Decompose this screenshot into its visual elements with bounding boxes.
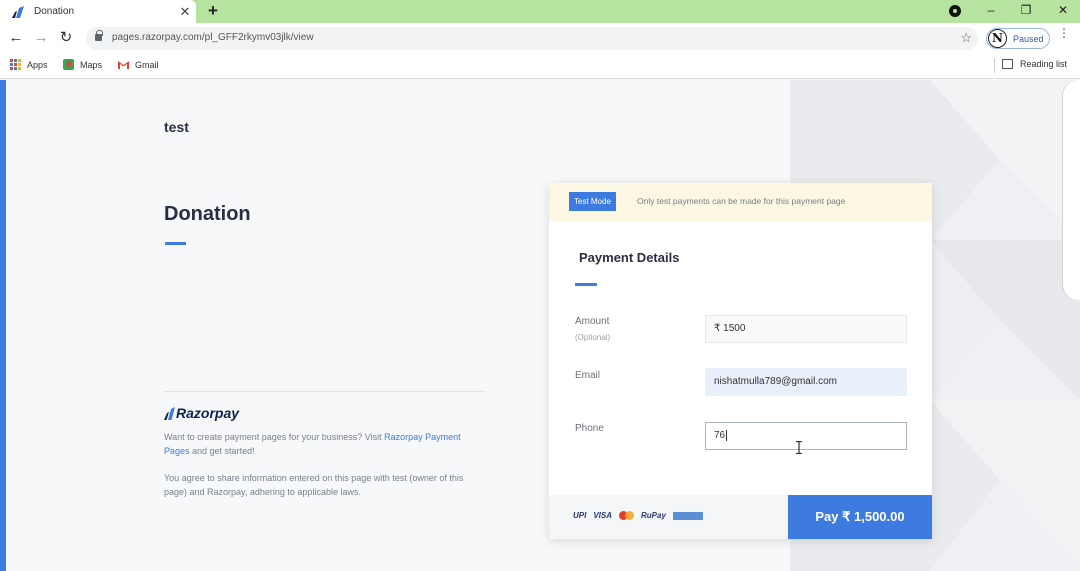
promo-text-prefix: Want to create payment pages for your bu… xyxy=(164,432,385,442)
page-title: Donation xyxy=(164,203,251,225)
phone-label: Phone xyxy=(575,423,604,434)
visa-logo: VISA xyxy=(593,511,613,520)
browser-tab-strip: Donation ✕ + – ❐ ✕ xyxy=(0,0,1080,23)
apps-grid-icon xyxy=(10,59,21,70)
new-tab-button[interactable]: + xyxy=(205,0,221,23)
test-mode-badge: Test Mode xyxy=(569,192,616,211)
amount-optional-hint: (Optional) xyxy=(575,333,611,342)
footer-promo-text: Want to create payment pages for your bu… xyxy=(164,430,464,458)
side-panel-edge xyxy=(1062,80,1080,300)
bookmark-gmail[interactable]: Gmail xyxy=(118,59,159,70)
window-close-button[interactable]: ✕ xyxy=(1048,0,1078,23)
payment-methods: UPI VISA RuPay xyxy=(573,511,703,520)
lock-icon[interactable] xyxy=(95,30,103,41)
email-field[interactable]: nishatmulla789@gmail.com xyxy=(705,368,907,396)
footer-consent-text: You agree to share information entered o… xyxy=(164,473,464,497)
rupay-logo: RuPay xyxy=(641,511,666,520)
bookmark-maps[interactable]: Maps xyxy=(63,59,102,70)
payment-details-underline xyxy=(575,283,597,286)
phone-value: 76 xyxy=(714,430,726,441)
amount-label: Amount xyxy=(575,316,610,327)
text-caret xyxy=(726,429,728,441)
amount-field[interactable]: ₹ 1500 xyxy=(705,315,907,343)
bookmarks-bar: Apps Maps Gmail Reading list xyxy=(0,54,1080,79)
email-label: Email xyxy=(575,370,601,381)
razorpay-logo-icon xyxy=(164,406,175,420)
reading-list-icon xyxy=(1002,59,1013,69)
footer-divider xyxy=(164,391,486,392)
test-mode-banner: Test Mode Only test payments can be made… xyxy=(549,183,932,221)
browser-tab[interactable]: Donation ✕ xyxy=(0,0,196,23)
url-bar[interactable]: pages.razorpay.com/pl_GFF2rkymv03jlk/vie… xyxy=(86,27,978,50)
address-toolbar: ← → ↻ pages.razorpay.com/pl_GFF2rkymv03j… xyxy=(0,23,1080,54)
profile-status: Paused xyxy=(1013,33,1044,44)
tab-close-icon[interactable]: ✕ xyxy=(174,0,196,23)
test-mode-note: Only test payments can be made for this … xyxy=(637,196,846,206)
card-footer: UPI VISA RuPay Pay ₹ 1,500.00 xyxy=(549,495,932,539)
window-minimize-button[interactable]: – xyxy=(976,0,1006,23)
mastercard-icon xyxy=(619,511,635,520)
title-underline xyxy=(165,242,186,245)
url-text[interactable]: pages.razorpay.com/pl_GFF2rkymv03jlk/vie… xyxy=(112,32,314,43)
reading-list-button[interactable]: Reading list xyxy=(1002,59,1067,69)
payment-page: test Donation Razorpay Want to create pa… xyxy=(0,80,1080,571)
text-cursor-icon xyxy=(796,441,802,454)
reading-list-label: Reading list xyxy=(1020,59,1068,69)
bookmark-apps[interactable]: Apps xyxy=(10,59,48,70)
amex-icon xyxy=(672,511,703,520)
window-restore-button[interactable]: ❐ xyxy=(1011,0,1041,23)
maps-icon xyxy=(63,59,74,70)
razorpay-logo[interactable]: Razorpay xyxy=(164,405,239,421)
bookmark-star-icon[interactable]: ☆ xyxy=(960,30,972,46)
merchant-name: test xyxy=(164,119,189,135)
back-button[interactable]: ← xyxy=(6,28,26,48)
forward-button[interactable]: → xyxy=(31,28,51,48)
recording-icon[interactable] xyxy=(949,5,961,17)
bookmark-label: Maps xyxy=(80,59,103,70)
left-accent-bar xyxy=(0,80,6,571)
payment-card: Test Mode Only test payments can be made… xyxy=(549,183,932,539)
phone-field[interactable]: 76 xyxy=(705,422,907,450)
bookmarks-divider xyxy=(994,58,995,73)
bookmark-label: Apps xyxy=(27,59,48,70)
profile-avatar: N xyxy=(988,29,1007,48)
promo-text-suffix: and get started! xyxy=(189,446,255,456)
gmail-icon xyxy=(118,61,129,69)
reload-button[interactable]: ↻ xyxy=(56,28,76,48)
profile-button[interactable]: N Paused xyxy=(986,28,1050,49)
razorpay-brand-name: Razorpay xyxy=(176,405,240,421)
browser-menu-icon[interactable]: ⋮ xyxy=(1058,27,1070,39)
bookmark-label: Gmail xyxy=(135,59,159,70)
razorpay-favicon-icon xyxy=(12,5,24,18)
tab-title: Donation xyxy=(34,6,75,17)
pay-button[interactable]: Pay ₹ 1,500.00 xyxy=(788,495,932,539)
upi-logo: UPI xyxy=(573,511,587,520)
payment-details-title: Payment Details xyxy=(579,250,680,265)
